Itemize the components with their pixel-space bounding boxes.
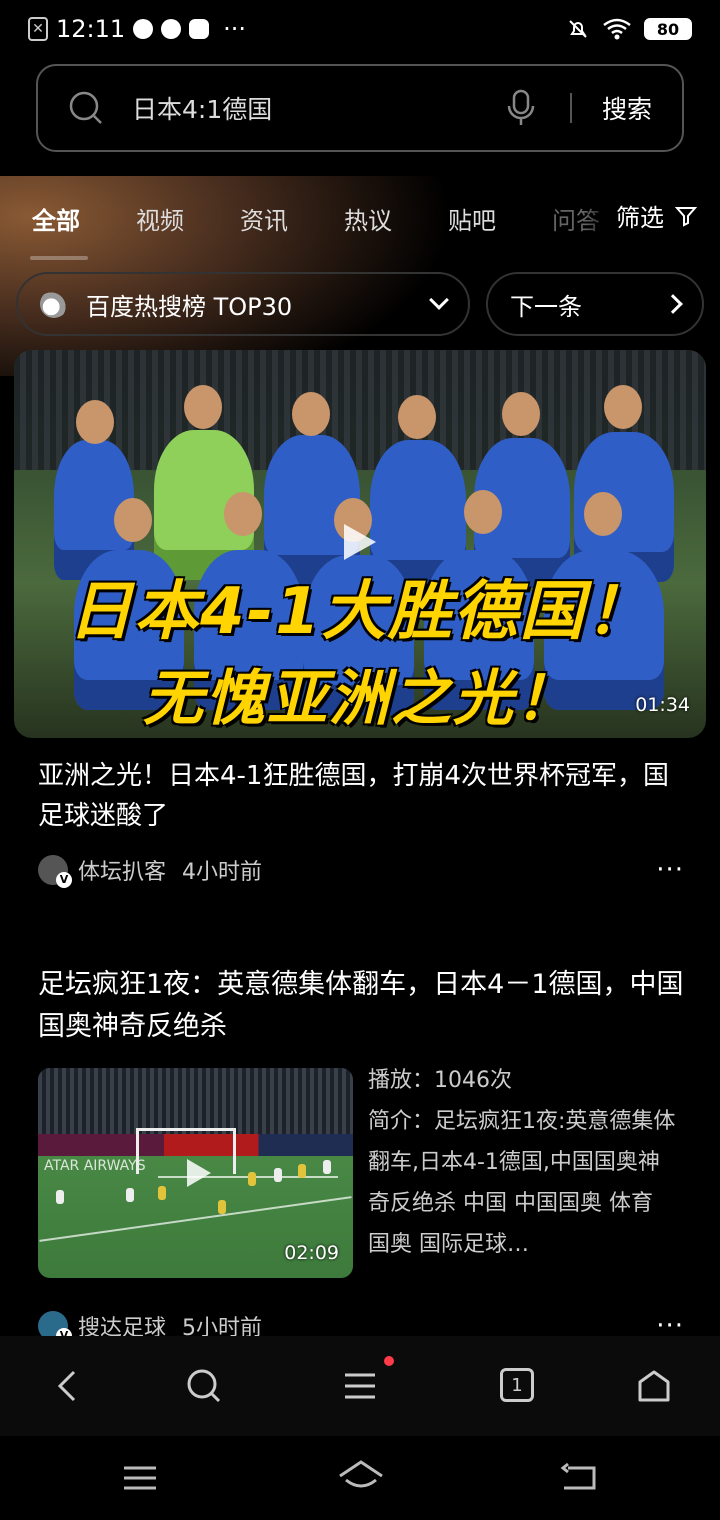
notification-dot [384,1356,394,1366]
close-notification-icon: ✕ [28,17,48,41]
tab-discussion[interactable]: 热议 [344,201,392,236]
tabs-button[interactable]: 1 [500,1368,534,1402]
status-bar: ✕ 12:11 ··· 80 [0,0,720,58]
chevron-down-icon [429,290,449,310]
divider [569,93,572,123]
back-nav-icon[interactable] [560,1462,598,1494]
publish-time: 4小时前 [182,860,263,885]
verified-badge-icon: V [56,872,72,888]
tab-tieba[interactable]: 贴吧 [448,201,496,236]
wifi-icon [603,18,631,40]
search-bar[interactable]: 日本4:1德国 搜索 [36,64,684,152]
result-meta: V 体坛扒客 4小时前 ··· [38,852,684,888]
result-title[interactable]: 亚洲之光！日本4-1狂胜德国，打崩4次世界杯冠军，国足球迷酸了 [38,756,688,836]
source-name[interactable]: 体坛扒客 [78,854,166,886]
more-options-icon[interactable]: ··· [656,855,684,885]
search-input[interactable]: 日本4:1德国 [132,90,506,126]
silent-bell-icon [569,20,587,38]
home-icon[interactable] [636,1368,672,1404]
video-intro: 简介：足坛疯狂1夜:英意德集体翻车,日本4-1德国,中国国奥神奇反绝杀 中国 中… [368,1109,676,1257]
system-navigation-bar [0,1436,720,1520]
video-caption-line1: 日本4-1大胜德国！ [68,575,652,649]
more-notifications-icon: ··· [223,15,247,43]
app-notification-icon [133,19,154,39]
video-thumbnail[interactable]: ATAR AIRWAYS 02:09 [38,1068,353,1278]
app-notification-icon [189,19,210,39]
active-tab-indicator [30,256,88,260]
stadium-stand [38,1068,353,1134]
tab-news[interactable]: 资讯 [240,201,288,236]
video-description: 播放：1046次 简介：足坛疯狂1夜:英意德集体翻车,日本4-1德国,中国国奥神… [368,1060,680,1265]
browser-toolbar: 1 [0,1336,720,1436]
recent-apps-icon[interactable] [122,1464,158,1492]
app-notification-icon [161,19,182,39]
filter-label: 筛选 [616,204,664,232]
next-item-button[interactable]: 下一条 [486,272,704,336]
advertising-board-text: ATAR AIRWAYS [44,1158,146,1174]
filter-button[interactable]: 筛选 [586,198,698,233]
hot-search-flame-icon [40,290,68,318]
avatar[interactable]: V [38,855,72,888]
video-caption-line2: 无愧亚洲之光！ [143,664,577,734]
play-icon[interactable] [184,1156,214,1190]
tab-video[interactable]: 视频 [136,201,184,236]
video-duration: 02:09 [284,1242,339,1264]
video-thumbnail[interactable]: 日本4-1大胜德国！ 无愧亚洲之光！ 01:34 [14,350,706,738]
play-count: 播放：1046次 [368,1068,512,1093]
search-icon[interactable] [186,1368,222,1404]
battery-indicator: 80 [644,18,692,40]
result-title[interactable]: 足坛疯狂1夜：英意德集体翻车，日本4－1德国，中国国奥神奇反绝杀 [38,964,688,1048]
search-button[interactable]: 搜索 [602,90,652,126]
search-icon [69,91,102,124]
next-item-label: 下一条 [510,292,582,321]
video-duration: 01:34 [635,694,690,716]
hot-search-label: 百度热搜榜 TOP30 [86,292,293,321]
play-icon[interactable] [340,520,380,564]
home-nav-icon[interactable] [336,1458,386,1494]
tab-all[interactable]: 全部 [32,201,80,236]
chevron-right-icon [663,294,683,314]
back-icon[interactable] [50,1368,86,1404]
tab-count: 1 [511,1374,523,1396]
menu-icon[interactable] [342,1368,378,1404]
filter-icon [674,206,698,227]
clock: 12:11 [56,15,126,43]
hot-search-list-button[interactable]: 百度热搜榜 TOP30 [16,272,470,336]
microphone-icon[interactable] [506,88,536,128]
